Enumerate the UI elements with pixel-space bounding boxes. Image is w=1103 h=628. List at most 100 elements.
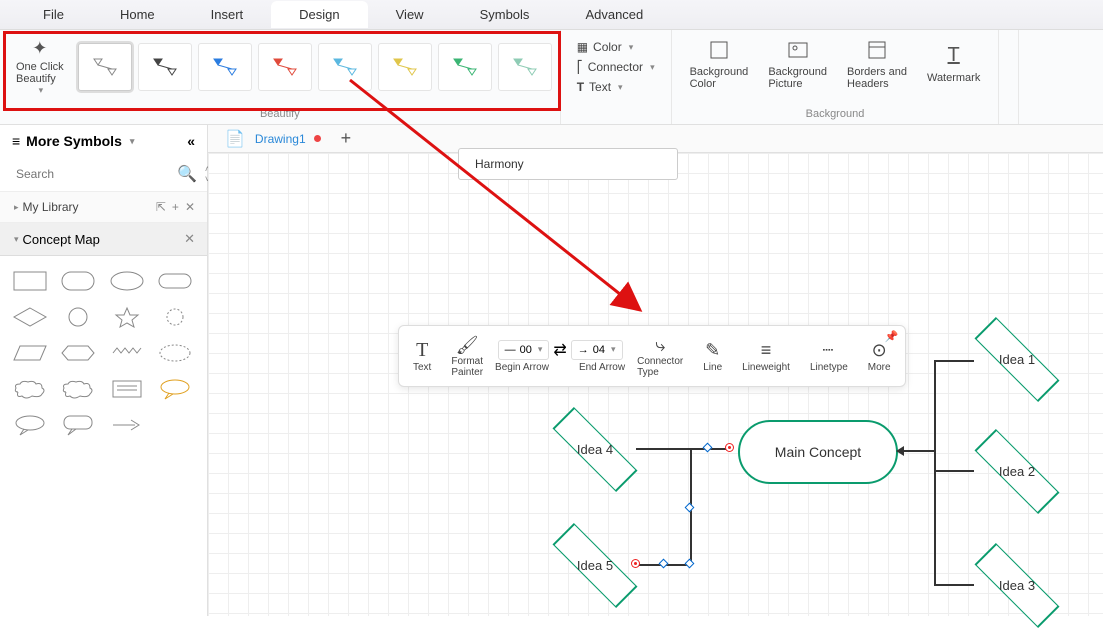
shape-circle[interactable]	[58, 302, 98, 332]
node-idea4[interactable]: Idea 4	[550, 422, 640, 477]
floating-toolbar: TText 🖌Format Painter —00▾ ⇄ →04▾ Begin …	[398, 325, 906, 387]
search-input[interactable]	[10, 161, 177, 187]
connector-type-icon: ⤷	[655, 334, 665, 356]
shape-roundrect[interactable]	[58, 266, 98, 296]
search-icon[interactable]: 🔍	[177, 164, 197, 184]
shape-burst[interactable]	[155, 302, 195, 332]
text-menu[interactable]: TText▾	[577, 80, 655, 94]
tab-design[interactable]: Design	[271, 1, 367, 28]
ft-text[interactable]: TText	[405, 338, 439, 375]
shape-ellipse[interactable]	[107, 266, 147, 296]
ribbon: ✦ One Click Beautify ▾ Beautify ▦Color▾ …	[0, 30, 1103, 125]
lineweight-icon: ≡	[761, 340, 772, 362]
shape-cloud1[interactable]	[10, 374, 50, 404]
concept-map-label[interactable]: Concept Map	[23, 232, 100, 247]
tab-insert[interactable]: Insert	[183, 1, 272, 28]
shape-cloud2[interactable]	[58, 374, 98, 404]
node-idea5[interactable]: Idea 5	[550, 538, 640, 593]
theme-1[interactable]	[78, 43, 132, 91]
tab-view[interactable]: View	[368, 1, 452, 28]
watermark-button[interactable]: TWatermark	[917, 34, 990, 94]
tab-symbols[interactable]: Symbols	[452, 1, 558, 28]
tab-advanced[interactable]: Advanced	[557, 1, 671, 28]
doc-icon: 📄	[225, 129, 245, 149]
shape-speech2[interactable]	[58, 410, 98, 440]
shape-rect[interactable]	[10, 266, 50, 296]
new-tab-button[interactable]: +	[331, 128, 362, 149]
endpoint-2[interactable]	[632, 560, 639, 567]
node-main-concept[interactable]: Main Concept	[738, 420, 898, 484]
text-tool-icon: T	[416, 340, 428, 362]
ft-line[interactable]: ✎Line	[695, 338, 730, 375]
theme-6[interactable]	[378, 43, 432, 91]
bg-color-button[interactable]: Background Color	[680, 34, 759, 94]
my-library-label[interactable]: My Library	[23, 200, 79, 214]
connector-to-idea2	[934, 470, 974, 472]
color-menu[interactable]: ▦Color▾	[577, 40, 655, 54]
shape-note[interactable]	[107, 374, 147, 404]
connector-icon: ⎡	[577, 60, 583, 74]
sidebar: ≡More Symbols▾ « 🔍 ˄ ˅ ▸My Library ⇱ + ✕…	[0, 125, 208, 616]
bg-picture-button[interactable]: Background Picture	[758, 34, 837, 94]
borders-headers-button[interactable]: Borders and Headers	[837, 34, 917, 94]
endpoint-1[interactable]	[726, 444, 733, 451]
theme-8[interactable]	[498, 43, 552, 91]
close-lib-icon[interactable]: ✕	[185, 200, 195, 214]
shape-diamond[interactable]	[10, 302, 50, 332]
one-click-beautify[interactable]: ✦ One Click Beautify ▾	[8, 38, 72, 96]
export-icon[interactable]: ⇱	[156, 200, 166, 214]
tab-home[interactable]: Home	[92, 1, 183, 28]
shape-spiky[interactable]	[107, 338, 147, 368]
shape-arrow[interactable]	[107, 410, 147, 440]
theme-3[interactable]	[198, 43, 252, 91]
shape-speech1[interactable]	[10, 410, 50, 440]
text-icon: T	[577, 80, 584, 94]
search-row: 🔍 ˄ ˅	[0, 157, 207, 191]
end-arrow-select[interactable]: →04▾	[571, 340, 623, 360]
swap-arrows-icon[interactable]: ⇄	[553, 340, 566, 360]
color-grid-icon: ▦	[577, 40, 588, 54]
node-idea3[interactable]: Idea 3	[972, 558, 1062, 613]
list-icon: ≡	[12, 133, 20, 149]
shapes-palette	[0, 256, 207, 450]
pin-icon[interactable]: 📌	[885, 330, 899, 343]
beautify-group-label: Beautify	[8, 108, 552, 122]
shape-star[interactable]	[107, 302, 147, 332]
ft-more[interactable]: ⊙More	[860, 338, 899, 375]
theme-5[interactable]	[318, 43, 372, 91]
shape-speech-yellow[interactable]	[155, 374, 195, 404]
node-idea2[interactable]: Idea 2	[972, 444, 1062, 499]
theme-2[interactable]	[138, 43, 192, 91]
sparkle-icon: ✦	[32, 38, 47, 59]
tab-file[interactable]: File	[15, 1, 92, 28]
harmony-tooltip: Harmony	[458, 148, 678, 180]
begin-arrow-select[interactable]: —00▾	[498, 340, 550, 360]
ft-linetype[interactable]: ┈Linetype	[802, 338, 856, 375]
background-group-label: Background	[680, 108, 991, 122]
theme-7[interactable]	[438, 43, 492, 91]
arrow-head-main	[896, 446, 904, 456]
shape-hexagon[interactable]	[58, 338, 98, 368]
collapse-sidebar-button[interactable]: «	[187, 133, 195, 149]
add-icon[interactable]: +	[172, 200, 179, 214]
ft-connector-type[interactable]: ⤷Connector Type	[629, 332, 691, 380]
brush-icon: 🖌	[456, 334, 479, 356]
connector-menu[interactable]: ⎡Connector▾	[577, 60, 655, 74]
main-tabs: File Home Insert Design View Symbols Adv…	[0, 0, 1103, 30]
more-symbols-label: More Symbols	[26, 133, 122, 149]
connector-to-idea3	[934, 584, 974, 586]
linetype-icon: ┈	[822, 340, 835, 362]
watermark-icon: T	[948, 44, 960, 68]
ft-format-painter[interactable]: 🖌Format Painter	[443, 332, 491, 380]
shape-pill[interactable]	[155, 266, 195, 296]
begin-arrow-label: Begin Arrow	[495, 362, 549, 373]
node-idea1[interactable]: Idea 1	[972, 332, 1062, 387]
connector-selected-h1[interactable]	[636, 448, 730, 450]
shape-dashed-ellipse[interactable]	[155, 338, 195, 368]
theme-4[interactable]	[258, 43, 312, 91]
end-arrow-label: End Arrow	[579, 362, 625, 373]
shape-parallelogram[interactable]	[10, 338, 50, 368]
doc-tab-drawing1[interactable]: Drawing1	[245, 128, 331, 150]
ft-lineweight[interactable]: ≡Lineweight	[734, 338, 798, 375]
close-concept-icon[interactable]: ✕	[184, 231, 195, 247]
